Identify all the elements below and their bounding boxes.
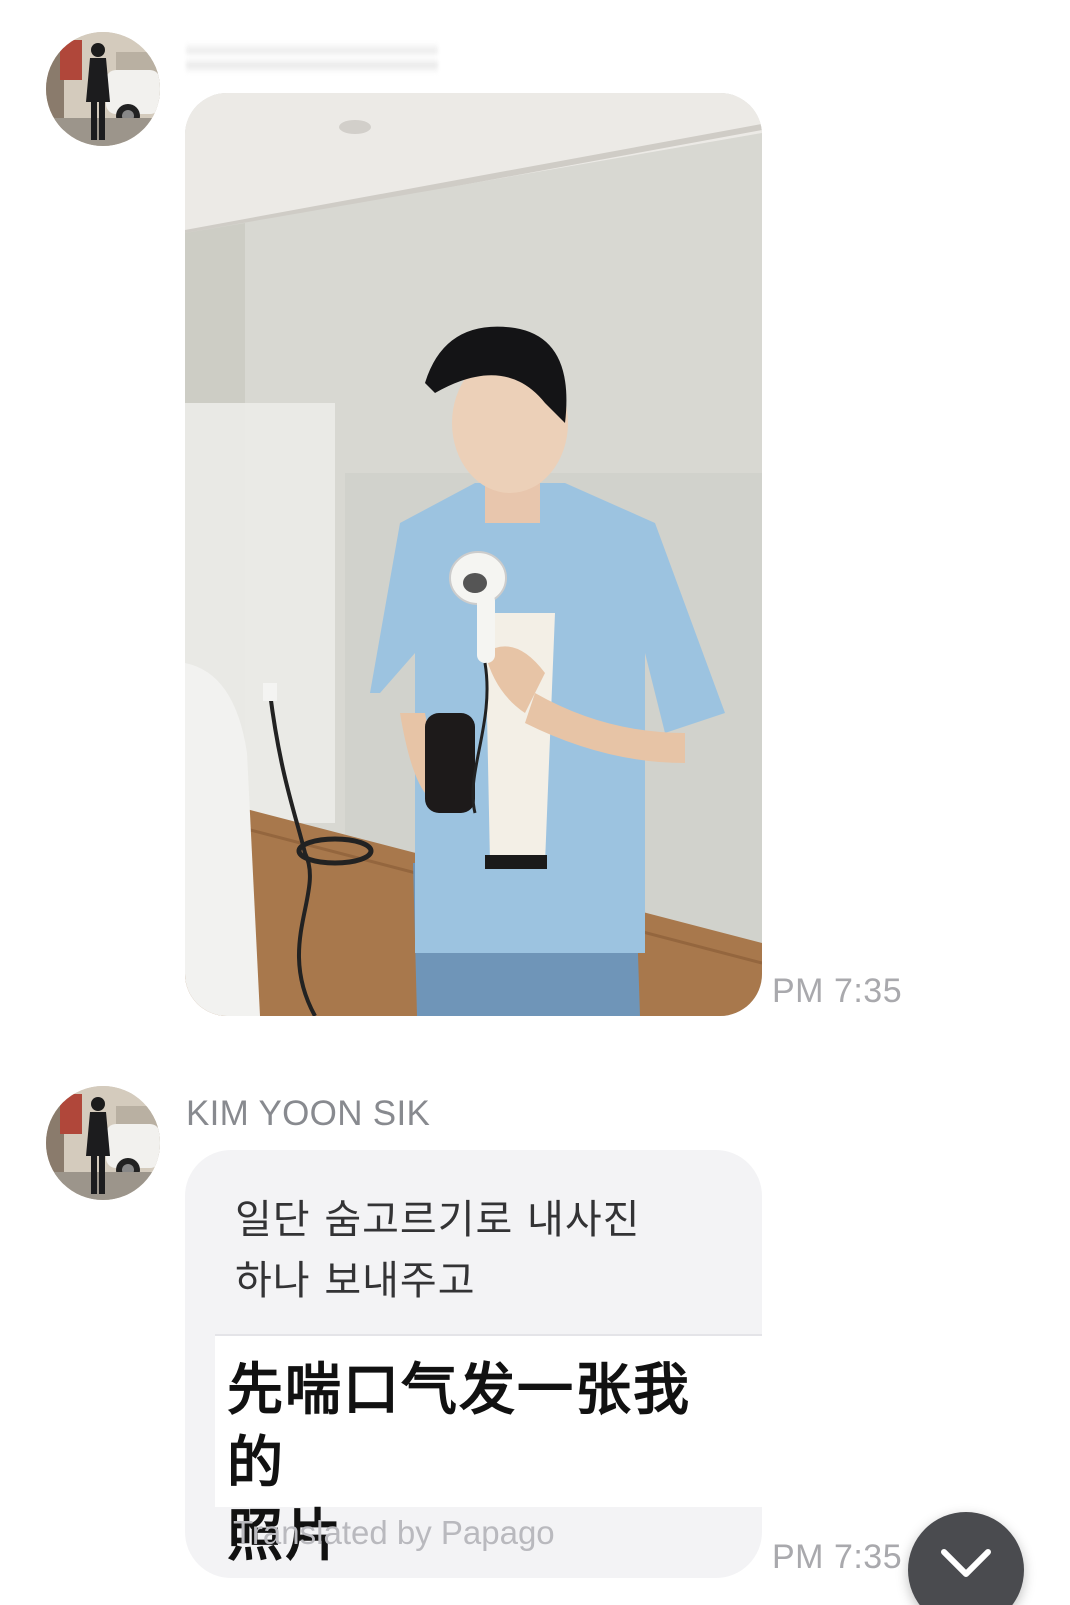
- translation-box: 先喘口气发一张我的 照片: [215, 1334, 762, 1569]
- message-time: PM 7:35: [772, 972, 903, 1010]
- message-time: PM 7:35: [772, 1538, 903, 1576]
- chat-screen: PM 7:35 KIM YOON SIK 일단 숨고르기로 내사진 하나 보내주…: [0, 0, 1070, 1605]
- chevron-down-icon: [941, 1549, 991, 1577]
- sender-name: KIM YOON SIK: [186, 1094, 431, 1133]
- sender-avatar[interactable]: [46, 1086, 160, 1200]
- shared-photo: [185, 93, 762, 1016]
- scroll-to-bottom-button[interactable]: [908, 1512, 1024, 1605]
- message-text: 일단 숨고르기로 내사진 하나 보내주고: [235, 1197, 641, 1304]
- profile-photo-icon: [46, 32, 160, 146]
- text-message-bubble[interactable]: 일단 숨고르기로 내사진 하나 보내주고 先喘口气发一张我的 照片 Transl…: [185, 1150, 762, 1578]
- profile-photo-icon: [46, 1086, 160, 1200]
- photo-message[interactable]: [185, 93, 762, 1016]
- sender-name-redacted: [186, 42, 438, 74]
- sender-avatar[interactable]: [46, 32, 160, 146]
- translation-credit: Translated by Papago: [233, 1514, 555, 1551]
